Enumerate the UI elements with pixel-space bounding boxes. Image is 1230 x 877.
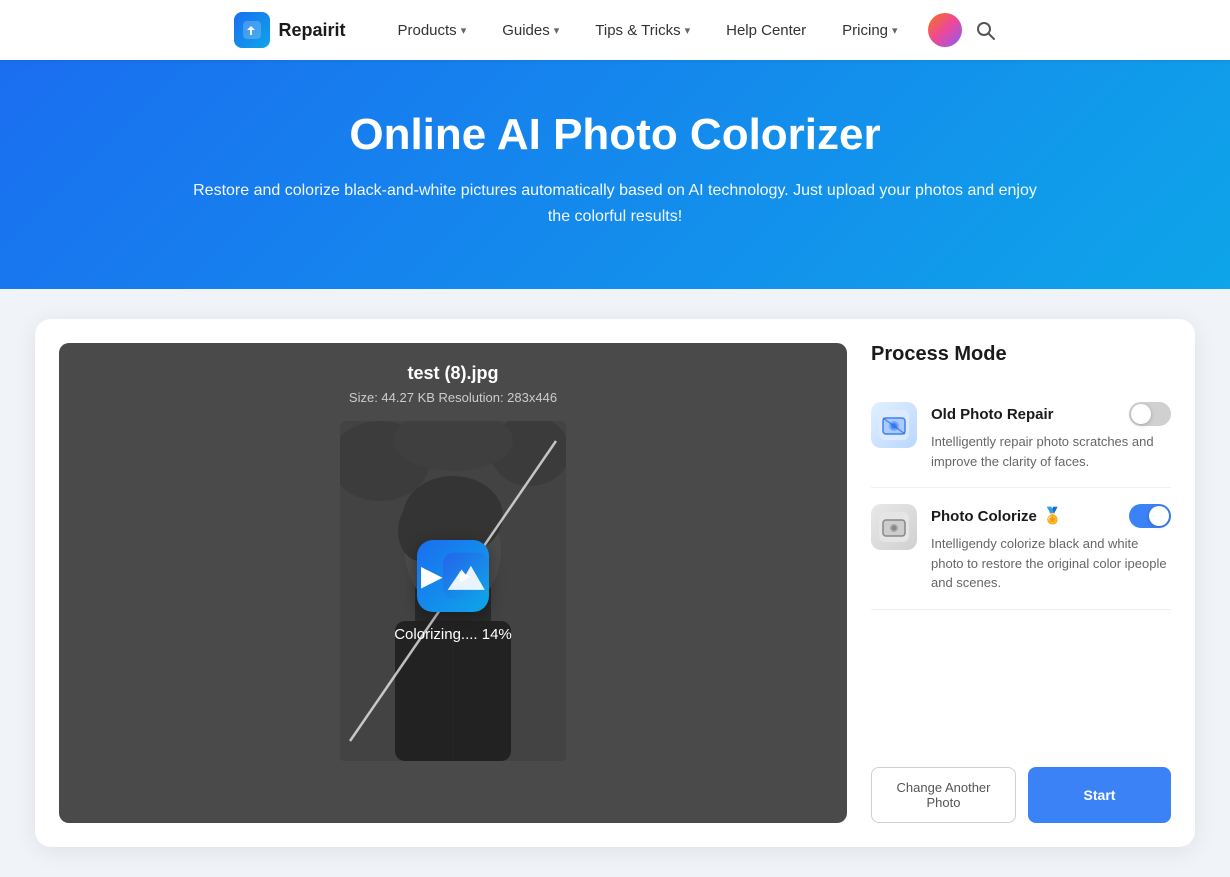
nav-products[interactable]: Products ▾ [383,14,480,47]
photo-preview: Colorizing.... 14% [340,421,566,761]
nav-help-label: Help Center [726,22,806,39]
colorize-mode-header: Photo Colorize 🏅 [931,504,1171,528]
repair-mode-content: Old Photo Repair Intelligently repair ph… [931,402,1171,471]
nav-tips-label: Tips & Tricks [595,22,680,39]
logo[interactable]: Repairit [234,12,345,48]
chevron-down-icon: ▾ [685,24,691,37]
photo-panel: test (8).jpg Size: 44.27 KB Resolution: … [59,343,847,823]
toggle-knob [1131,404,1151,424]
colorize-mode-name: Photo Colorize [931,508,1037,525]
repair-mode-desc: Intelligently repair photo scratches and… [931,432,1171,471]
main-card: test (8).jpg Size: 44.27 KB Resolution: … [35,319,1195,847]
colorize-mode-icon [871,504,917,550]
bottom-buttons: Change Another Photo Start [871,737,1171,823]
avatar[interactable] [928,13,962,47]
chevron-down-icon: ▾ [892,24,898,37]
mode-item-repair: Old Photo Repair Intelligently repair ph… [871,386,1171,488]
hero-section: Online AI Photo Colorizer Restore and co… [0,60,1230,289]
repair-mode-name: Old Photo Repair [931,406,1054,423]
hero-title: Online AI Photo Colorizer [20,110,1210,160]
colorize-toggle[interactable] [1129,504,1171,528]
process-mode-title: Process Mode [871,343,1171,366]
chevron-down-icon: ▾ [554,24,560,37]
nav-pricing[interactable]: Pricing ▾ [828,14,911,47]
nav-tips[interactable]: Tips & Tricks ▾ [581,14,704,47]
nav-guides-label: Guides [502,22,550,39]
chevron-down-icon: ▾ [461,24,467,37]
premium-badge: 🏅 [1043,506,1063,526]
colorize-mode-desc: Intelligendy colorize black and white ph… [931,534,1171,593]
repair-mode-icon [871,402,917,448]
colorize-mode-content: Photo Colorize 🏅 Intelligendy colorize b… [931,504,1171,593]
mode-item-colorize: Photo Colorize 🏅 Intelligendy colorize b… [871,488,1171,610]
logo-icon [234,12,270,48]
file-name: test (8).jpg [407,363,498,384]
start-button[interactable]: Start [1028,767,1171,823]
nav-pricing-label: Pricing [842,22,888,39]
search-icon[interactable] [974,19,996,41]
toggle-knob-on [1149,506,1169,526]
change-photo-button[interactable]: Change Another Photo [871,767,1016,823]
navbar: Repairit Products ▾ Guides ▾ Tips & Tric… [0,0,1230,60]
logo-text: Repairit [278,20,345,41]
app-icon [417,540,489,612]
right-panel: Process Mode Old Photo Repair [871,343,1171,823]
hero-subtitle: Restore and colorize black-and-white pic… [185,178,1045,229]
file-meta: Size: 44.27 KB Resolution: 283x446 [349,390,557,405]
nav-products-label: Products [397,22,456,39]
repair-mode-header: Old Photo Repair [931,402,1171,426]
nav-guides[interactable]: Guides ▾ [488,14,573,47]
repair-toggle[interactable] [1129,402,1171,426]
nav-help[interactable]: Help Center [712,14,820,47]
loading-overlay: Colorizing.... 14% [340,421,566,761]
